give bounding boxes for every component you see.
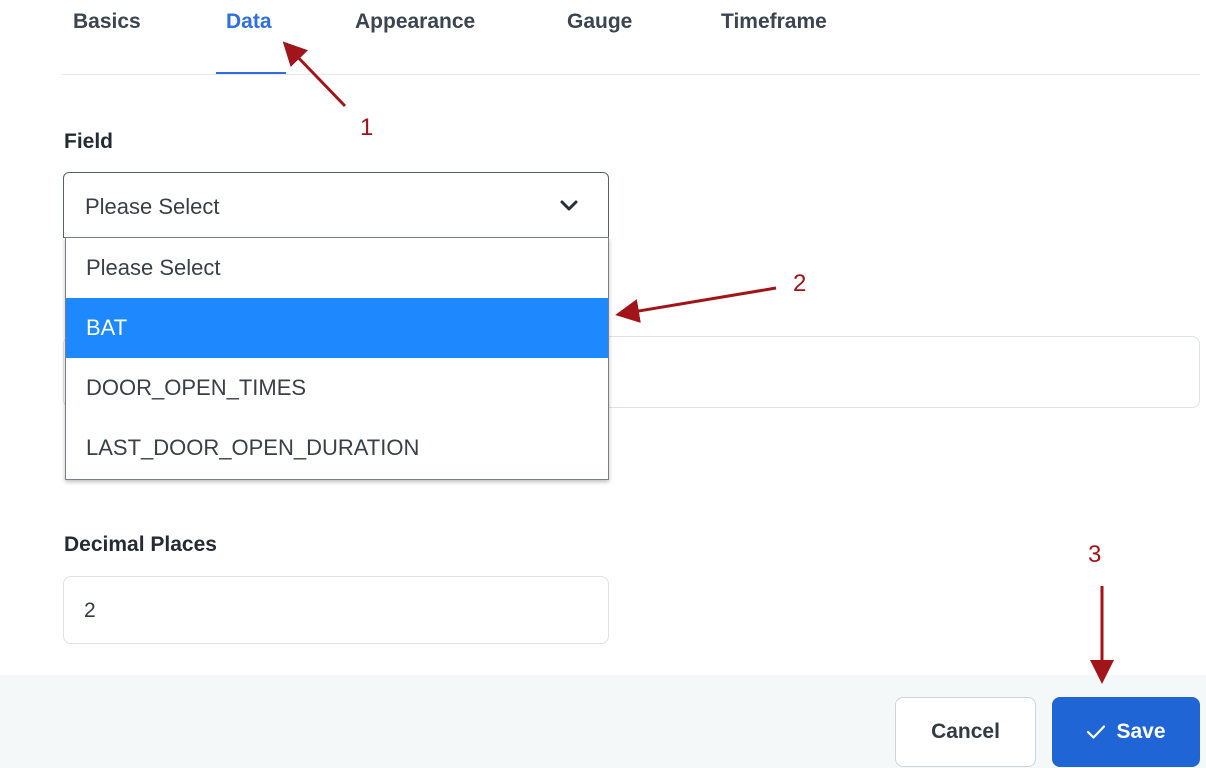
cancel-button[interactable]: Cancel xyxy=(895,697,1036,767)
save-button-label: Save xyxy=(1116,720,1166,743)
cancel-button-label: Cancel xyxy=(931,720,1000,743)
field-select[interactable]: Please Select xyxy=(63,172,609,238)
tab-timeframe[interactable]: Timeframe xyxy=(721,10,827,34)
field-select-value: Please Select xyxy=(85,194,220,219)
tab-basics[interactable]: Basics xyxy=(73,10,141,34)
annotation-number-1: 1 xyxy=(360,114,374,141)
tabs-divider xyxy=(62,74,1200,75)
dropdown-option-please-select[interactable]: Please Select xyxy=(66,238,608,298)
dropdown-option-door-open-times[interactable]: DOOR_OPEN_TIMES xyxy=(66,358,608,418)
annotation-arrow-2 xyxy=(615,286,777,323)
dropdown-option-last-door-open-duration[interactable]: LAST_DOOR_OPEN_DURATION xyxy=(66,418,608,478)
dropdown-option-bat[interactable]: BAT xyxy=(66,298,608,358)
decimal-places-value: 2 xyxy=(84,599,96,622)
tab-bar: Basics Data Appearance Gauge Timeframe xyxy=(0,0,1206,76)
tab-data[interactable]: Data xyxy=(226,10,272,34)
tab-appearance[interactable]: Appearance xyxy=(355,10,475,34)
decimal-places-label: Decimal Places xyxy=(64,533,217,556)
chevron-down-icon[interactable] xyxy=(557,196,581,216)
check-icon xyxy=(1087,725,1106,739)
decimal-places-input[interactable]: 2 xyxy=(63,576,609,644)
field-label: Field xyxy=(64,130,114,153)
field-dropdown-list: Please Select BAT DOOR_OPEN_TIMES LAST_D… xyxy=(65,237,609,480)
annotation-number-3: 3 xyxy=(1088,541,1102,568)
annotation-number-2: 2 xyxy=(793,270,807,297)
tab-gauge[interactable]: Gauge xyxy=(567,10,632,34)
save-button[interactable]: Save xyxy=(1052,697,1200,767)
